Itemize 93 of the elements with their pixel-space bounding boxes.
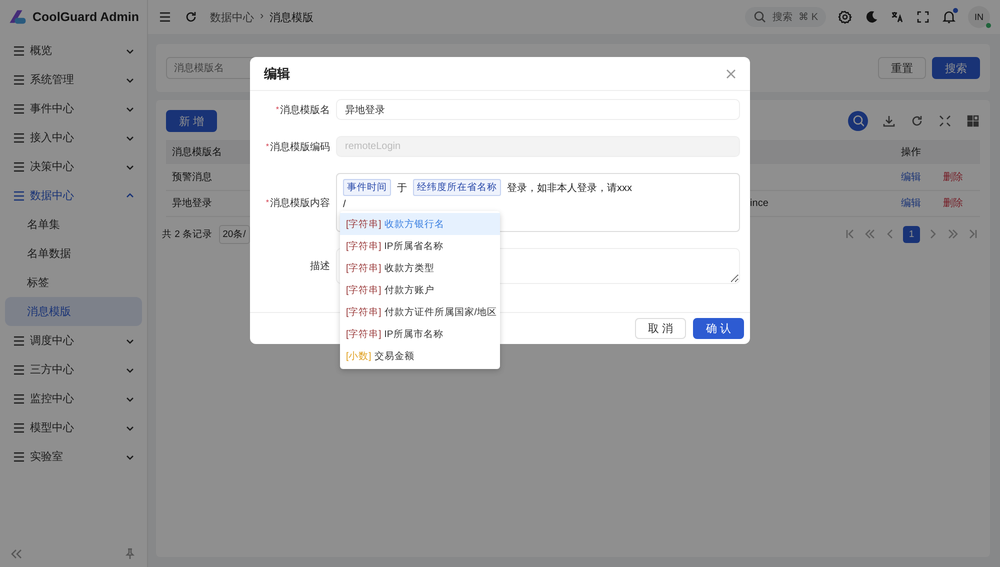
sidebar-item[interactable]: 决策中心 xyxy=(5,152,142,181)
text-field[interactable]: 异地登录 xyxy=(336,99,740,120)
list-icon xyxy=(12,188,24,202)
collapse-icon[interactable] xyxy=(10,547,23,561)
required-mark: * xyxy=(276,105,279,114)
type-label: [字符串] xyxy=(346,328,382,340)
type-label: [字符串] xyxy=(346,240,382,252)
download-icon[interactable] xyxy=(882,114,896,128)
type-label: [字符串] xyxy=(346,218,382,230)
type-label: [字符串] xyxy=(346,262,382,274)
settings-icon[interactable] xyxy=(838,10,852,24)
template-text: 登录，如非本人登录，请xxx xyxy=(507,182,632,194)
list-icon xyxy=(12,420,24,434)
translate-icon[interactable] xyxy=(890,10,904,24)
table-cell: ince xyxy=(750,198,768,208)
suggestion-item[interactable]: [小数] 交易金额 xyxy=(340,345,500,367)
close-icon[interactable] xyxy=(724,66,738,80)
breadcrumb-item[interactable]: 数据中心 xyxy=(210,10,254,24)
suggestion-item[interactable]: [字符串] IP所属省名称 xyxy=(340,235,500,257)
avatar[interactable]: IN xyxy=(968,6,990,28)
column-header: 消息模版名 xyxy=(166,140,242,164)
moon-icon[interactable] xyxy=(864,10,878,24)
sidebar-subitem[interactable]: 标签 xyxy=(5,268,142,297)
sidebar-item[interactable]: 接入中心 xyxy=(5,123,142,152)
record-count: 共 2 条记录 xyxy=(162,228,213,240)
add-button[interactable]: 新 增 xyxy=(166,110,218,132)
search-icon[interactable] xyxy=(852,114,864,128)
list-icon xyxy=(12,44,24,58)
sidebar-item[interactable]: 事件中心 xyxy=(5,94,142,123)
variable-tag: 事件时间 xyxy=(343,179,391,196)
breadcrumb-item: 消息模版 xyxy=(270,10,314,24)
suggestion-item[interactable]: [字符串] 付款方证件所属国家/地区 xyxy=(340,301,500,323)
sidebar-subitem[interactable]: 名单数据 xyxy=(5,239,142,268)
field-label: 消息模版内容 xyxy=(270,196,330,210)
fullscreen-icon[interactable] xyxy=(916,10,930,24)
delete-link[interactable]: 删除 xyxy=(943,198,963,209)
list-icon xyxy=(12,392,24,406)
fullscreen-icon[interactable] xyxy=(938,114,952,128)
list-icon xyxy=(12,102,24,116)
sidebar-item[interactable]: 调度中心 xyxy=(5,326,142,355)
required-mark: * xyxy=(266,198,269,207)
breadcrumb-separator: › xyxy=(260,10,264,24)
type-label: [字符串] xyxy=(346,284,382,296)
type-label: [小数] xyxy=(346,350,372,362)
column-header: 操作 xyxy=(895,140,980,164)
menu-icon[interactable] xyxy=(158,10,172,24)
edit-link[interactable]: 编辑 xyxy=(901,172,921,183)
table-cell: 预警消息 xyxy=(166,164,242,190)
sidebar-subitem[interactable]: 消息模版 xyxy=(5,297,142,326)
suggestion-item[interactable]: [字符串] IP所属市名称 xyxy=(340,323,500,345)
sidebar-subitem[interactable]: 名单集 xyxy=(5,210,142,239)
field-label: 消息模版编码 xyxy=(270,140,330,154)
search-icon xyxy=(752,10,767,24)
delete-link[interactable]: 删除 xyxy=(943,172,963,183)
variable-tag: 经纬度所在省名称 xyxy=(413,179,501,196)
type-label: [字符串] xyxy=(346,306,382,318)
list-icon xyxy=(12,130,24,144)
shortcut-hint: ⌘ K xyxy=(798,12,818,22)
sidebar-item[interactable]: 数据中心 xyxy=(5,181,142,210)
sidebar-item[interactable]: 模型中心 xyxy=(5,413,142,442)
bell-icon[interactable] xyxy=(942,10,956,24)
list-icon xyxy=(12,72,24,86)
sidebar-item[interactable]: 三方中心 xyxy=(5,355,142,384)
cancel-button[interactable]: 取 消 xyxy=(634,318,686,339)
app-title: CoolGuard Admin xyxy=(32,10,139,24)
sidebar-item[interactable]: 实验室 xyxy=(5,442,142,471)
field-label: 描述 xyxy=(310,260,330,273)
page-button[interactable]: 1 xyxy=(903,226,920,242)
typed-text: / xyxy=(343,199,347,210)
search-field[interactable]: 搜索 ⌘ K xyxy=(744,7,826,27)
edit-link[interactable]: 编辑 xyxy=(901,198,921,209)
sidebar-item[interactable]: 概览 xyxy=(5,36,142,65)
table-cell: 异地登录 xyxy=(166,190,242,216)
columns-icon[interactable] xyxy=(966,114,980,128)
reset-button[interactable]: 重置 xyxy=(878,57,926,79)
list-icon xyxy=(12,334,24,348)
suggestion-item[interactable]: [字符串] 收款方类型 xyxy=(340,257,500,279)
refresh-icon[interactable] xyxy=(910,114,924,128)
status-dot xyxy=(986,23,991,28)
confirm-button[interactable]: 确 认 xyxy=(692,318,744,339)
refresh-icon[interactable] xyxy=(184,10,198,24)
required-mark: * xyxy=(266,142,269,151)
template-text: 于 xyxy=(397,182,407,194)
sidebar-item[interactable]: 系统管理 xyxy=(5,65,142,94)
sidebar-item[interactable]: 监控中心 xyxy=(5,384,142,413)
pin-icon[interactable] xyxy=(123,547,137,561)
list-icon xyxy=(12,362,24,376)
suggestion-item[interactable]: [字符串] 付款方账户 xyxy=(340,279,500,301)
search-button[interactable]: 搜索 xyxy=(932,57,980,79)
list-icon xyxy=(12,450,24,464)
field-label: 消息模版名 xyxy=(280,104,330,116)
suggestion-item[interactable]: [字符串] 收款方银行名 xyxy=(340,213,500,235)
list-icon xyxy=(12,160,24,174)
